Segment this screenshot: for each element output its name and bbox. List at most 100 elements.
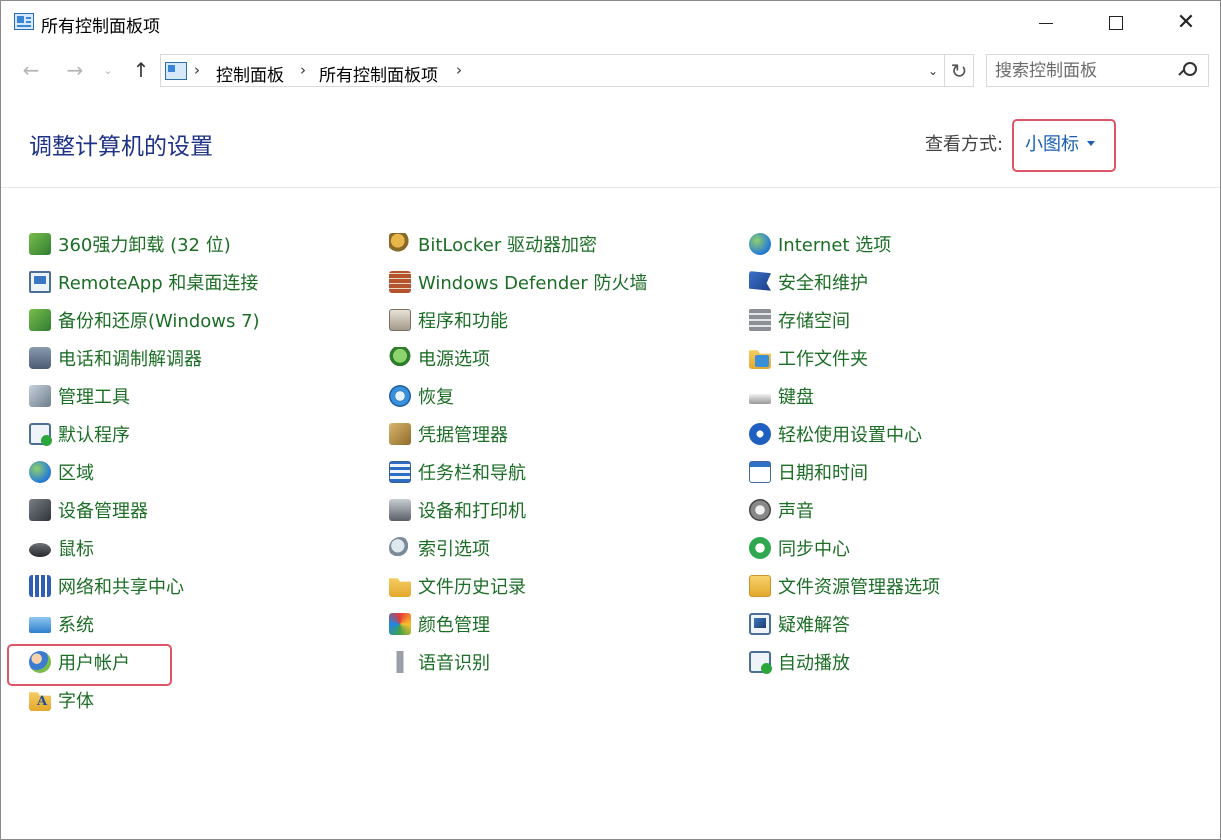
item-label[interactable]: 疑难解答	[778, 611, 850, 637]
item-label[interactable]: 安全和维护	[778, 269, 868, 295]
indexing-icon	[389, 537, 411, 559]
item-label[interactable]: RemoteApp 和桌面连接	[58, 269, 258, 295]
item-label[interactable]: 默认程序	[58, 421, 130, 447]
item-power-options[interactable]: 电源选项	[389, 344, 490, 372]
maximize-button[interactable]	[1081, 1, 1151, 45]
item-label[interactable]: 索引选项	[418, 535, 490, 561]
item-speech-recognition[interactable]: 语音识别	[389, 648, 490, 676]
item-label[interactable]: 凭据管理器	[418, 421, 508, 447]
item-360-uninstall[interactable]: 360强力卸载 (32 位)	[29, 230, 231, 258]
item-label[interactable]: 颜色管理	[418, 611, 490, 637]
item-label[interactable]: 备份和还原(Windows 7)	[58, 307, 260, 333]
item-label[interactable]: 设备管理器	[58, 497, 148, 523]
item-label[interactable]: Windows Defender 防火墙	[418, 269, 647, 295]
item-label[interactable]: BitLocker 驱动器加密	[418, 231, 597, 257]
breadcrumb-separator[interactable]: ›	[456, 61, 462, 79]
item-keyboard[interactable]: 键盘	[749, 382, 814, 410]
item-label[interactable]: 文件历史记录	[418, 573, 526, 599]
backup-icon	[29, 309, 51, 331]
breadcrumb-separator[interactable]: ›	[300, 61, 306, 79]
item-autoplay[interactable]: 自动播放	[749, 648, 850, 676]
item-color-management[interactable]: 颜色管理	[389, 610, 490, 638]
highlight-user-accounts	[7, 644, 172, 686]
recent-locations-button[interactable]: ⌄	[99, 57, 117, 83]
item-recovery[interactable]: 恢复	[389, 382, 454, 410]
item-devices-printers[interactable]: 设备和打印机	[389, 496, 526, 524]
item-label[interactable]: 任务栏和导航	[418, 459, 526, 485]
item-label[interactable]: 文件资源管理器选项	[778, 573, 940, 599]
item-label[interactable]: 系统	[58, 611, 94, 637]
address-bar[interactable]: › 控制面板 › 所有控制面板项 › ⌄	[160, 54, 945, 87]
item-label[interactable]: 自动播放	[778, 649, 850, 675]
device-manager-icon	[29, 499, 51, 521]
refresh-button[interactable]: ↻	[945, 54, 974, 87]
item-network-sharing[interactable]: 网络和共享中心	[29, 572, 184, 600]
item-label[interactable]: 程序和功能	[418, 307, 508, 333]
item-mouse[interactable]: 鼠标	[29, 534, 94, 562]
forward-button[interactable]: →	[61, 57, 89, 83]
close-icon: ✕	[1176, 10, 1196, 35]
item-label[interactable]: 轻松使用设置中心	[778, 421, 922, 447]
item-programs-features[interactable]: 程序和功能	[389, 306, 508, 334]
item-phone-modem[interactable]: 电话和调制解调器	[29, 344, 202, 372]
breadcrumb-separator[interactable]: ›	[194, 61, 200, 79]
item-label[interactable]: 存储空间	[778, 307, 850, 333]
close-button[interactable]: ✕	[1151, 1, 1221, 45]
up-button[interactable]: ↑	[127, 57, 155, 83]
item-label[interactable]: 声音	[778, 497, 814, 523]
item-date-time[interactable]: 日期和时间	[749, 458, 868, 486]
item-default-programs[interactable]: 默认程序	[29, 420, 130, 448]
item-label[interactable]: 键盘	[778, 383, 814, 409]
item-internet-options[interactable]: Internet 选项	[749, 230, 891, 258]
item-file-explorer-options[interactable]: 文件资源管理器选项	[749, 572, 940, 600]
back-button[interactable]: ←	[17, 57, 45, 83]
item-sound[interactable]: 声音	[749, 496, 814, 524]
item-label[interactable]: 鼠标	[58, 535, 94, 561]
item-file-history[interactable]: 文件历史记录	[389, 572, 526, 600]
item-indexing-options[interactable]: 索引选项	[389, 534, 490, 562]
item-label[interactable]: 语音识别	[418, 649, 490, 675]
item-label[interactable]: 日期和时间	[778, 459, 868, 485]
view-by-label: 查看方式:	[925, 134, 1004, 155]
minimize-button[interactable]	[1011, 1, 1081, 45]
item-label[interactable]: 字体	[58, 687, 94, 713]
keyboard-icon	[749, 394, 771, 404]
item-system[interactable]: 系统	[29, 610, 94, 638]
item-bitlocker[interactable]: BitLocker 驱动器加密	[389, 230, 597, 258]
item-sync-center[interactable]: 同步中心	[749, 534, 850, 562]
item-label[interactable]: 电话和调制解调器	[58, 345, 202, 371]
item-label[interactable]: 区域	[58, 459, 94, 485]
item-taskbar-navigation[interactable]: 任务栏和导航	[389, 458, 526, 486]
item-troubleshooting[interactable]: 疑难解答	[749, 610, 850, 638]
item-label[interactable]: 工作文件夹	[778, 345, 868, 371]
item-credential-manager[interactable]: 凭据管理器	[389, 420, 508, 448]
item-label[interactable]: 恢复	[418, 383, 454, 409]
address-history-dropdown[interactable]: ⌄	[921, 55, 945, 86]
item-label[interactable]: Internet 选项	[778, 231, 891, 257]
item-storage-spaces[interactable]: 存储空间	[749, 306, 850, 334]
control-panel-icon	[165, 62, 187, 80]
mouse-icon	[29, 543, 51, 557]
item-security-maintenance[interactable]: 安全和维护	[749, 268, 868, 296]
breadcrumb-control-panel[interactable]: 控制面板	[216, 61, 284, 86]
item-label[interactable]: 360强力卸载 (32 位)	[58, 231, 231, 257]
item-firewall[interactable]: Windows Defender 防火墙	[389, 268, 647, 296]
search-box[interactable]	[986, 54, 1209, 87]
item-label[interactable]: 电源选项	[418, 345, 490, 371]
item-fonts[interactable]: 字体	[29, 686, 94, 714]
item-ease-of-access[interactable]: 轻松使用设置中心	[749, 420, 922, 448]
item-label[interactable]: 网络和共享中心	[58, 573, 184, 599]
search-input[interactable]	[995, 60, 1175, 82]
item-backup-restore[interactable]: 备份和还原(Windows 7)	[29, 306, 260, 334]
item-work-folders[interactable]: 工作文件夹	[749, 344, 868, 372]
item-label[interactable]: 同步中心	[778, 535, 850, 561]
maximize-icon	[1109, 16, 1123, 30]
item-region[interactable]: 区域	[29, 458, 94, 486]
breadcrumb-all-items[interactable]: 所有控制面板项	[319, 61, 438, 86]
item-label[interactable]: 设备和打印机	[418, 497, 526, 523]
item-device-manager[interactable]: 设备管理器	[29, 496, 148, 524]
item-remoteapp[interactable]: RemoteApp 和桌面连接	[29, 268, 258, 296]
search-icon[interactable]	[1179, 62, 1197, 80]
item-admin-tools[interactable]: 管理工具	[29, 382, 130, 410]
item-label[interactable]: 管理工具	[58, 383, 130, 409]
